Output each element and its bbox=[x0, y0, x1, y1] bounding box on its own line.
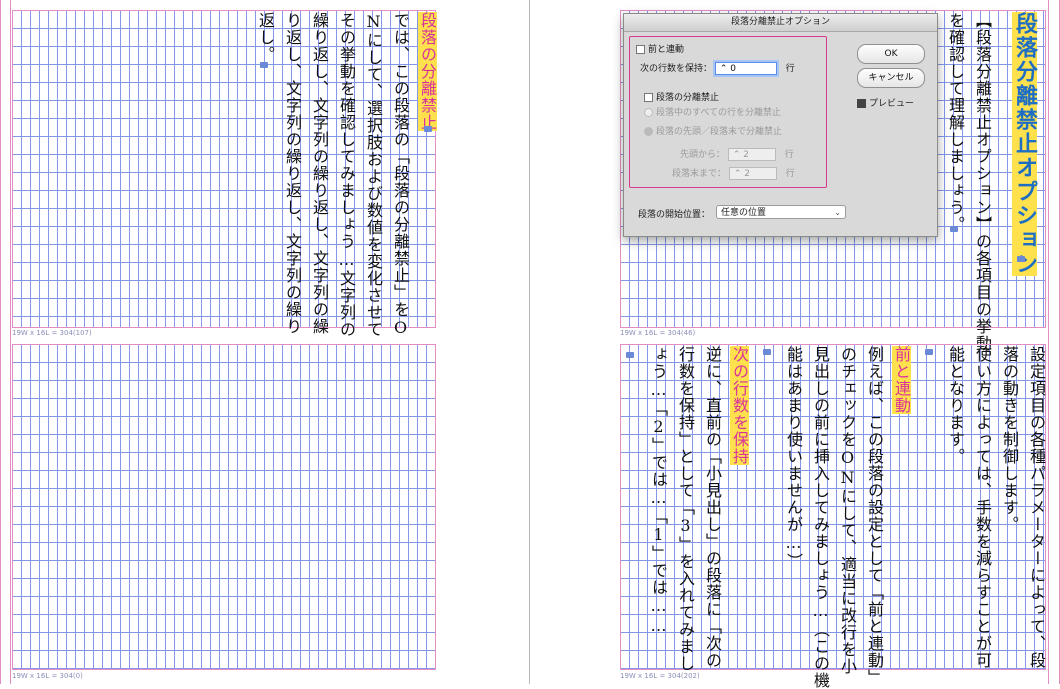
page-heading: 段落分離禁止オプション bbox=[1012, 12, 1037, 276]
checkbox-icon bbox=[644, 93, 653, 102]
text-column: 返し。 bbox=[256, 12, 275, 63]
keep-with-next-row: 次の行数を保持： ⌃ 0 行 bbox=[640, 62, 795, 75]
start-lines-row: 先頭から： ⌃ 2 行 bbox=[680, 148, 794, 161]
text-column: ょう…「2」では…「1」では…… bbox=[649, 346, 668, 636]
text-column: 使い方によっては、手数を減らすことが可 bbox=[973, 346, 992, 669]
frame-grid-info: 19W x 16L = 304(0) bbox=[12, 672, 83, 680]
paragraph-mark-icon bbox=[925, 349, 933, 355]
text-column: 能となります。 bbox=[946, 346, 965, 465]
text-column: Nにして、選択肢および数値を変化させて bbox=[364, 12, 383, 338]
chevron-down-icon: ⌄ bbox=[834, 208, 841, 217]
paragraph-mark-icon bbox=[1017, 256, 1025, 262]
end-lines-input[interactable]: ⌃ 2 bbox=[728, 167, 777, 180]
text-column: 例えば、この段落の設定として「前と連動」 bbox=[865, 346, 884, 686]
text-column: 落の動きを制御します。 bbox=[1000, 346, 1019, 533]
paragraph-mark-icon bbox=[950, 226, 958, 232]
checkbox-icon bbox=[857, 99, 866, 108]
paragraph-mark-icon bbox=[763, 349, 771, 355]
start-lines-input[interactable]: ⌃ 2 bbox=[727, 148, 776, 161]
cancel-button[interactable]: キャンセル bbox=[857, 68, 925, 88]
dialog-title: 段落分離禁止オプション bbox=[624, 14, 937, 32]
start-end-radio[interactable]: 段落の先頭／段落末で分離禁止 bbox=[644, 124, 782, 137]
paragraph-mark-icon bbox=[424, 126, 432, 132]
keep-options-dialog: 段落分離禁止オプション 前と連動 次の行数を保持： ⌃ 0 行 段落の分離禁止 … bbox=[623, 13, 938, 237]
text-column: 見出しの前に挿入してみましょう…（この機 bbox=[811, 346, 830, 689]
text-column: のチェックをONにして、適当に改行を小 bbox=[838, 346, 857, 675]
left-page: 19W x 16L = 304(107) 段落の分離禁止 では、この段落の「段落… bbox=[0, 0, 529, 684]
checkbox-icon bbox=[636, 45, 645, 54]
preview-checkbox[interactable]: プレビュー bbox=[857, 96, 914, 109]
paragraph-mark-icon bbox=[260, 62, 268, 68]
text-column: 次の行数を保持 bbox=[730, 346, 749, 465]
all-lines-radio[interactable]: 段落中のすべての行を分離禁止 bbox=[644, 105, 781, 118]
end-lines-row: 段落末まで： ⌃ 2 行 bbox=[672, 167, 795, 180]
keep-with-next-input[interactable]: ⌃ 0 bbox=[714, 62, 777, 75]
text-column: 設定項目の各種パラメーターによって、段 bbox=[1027, 346, 1046, 669]
keep-lines-together-checkbox[interactable]: 段落の分離禁止 bbox=[644, 90, 719, 103]
text-column: 能はあまり使いませんが…） bbox=[784, 346, 803, 570]
radio-icon bbox=[644, 127, 653, 136]
text-column: 逆に、直前の「小見出し」の段落に「次の bbox=[703, 346, 722, 669]
frame-grid-info: 19W x 16L = 304(107) bbox=[12, 329, 92, 337]
frame-grid-info: 19W x 16L = 304(202) bbox=[620, 672, 700, 680]
text-column: 前と連動 bbox=[892, 346, 911, 414]
keep-with-previous-checkbox[interactable]: 前と連動 bbox=[636, 42, 684, 55]
text-column: 【段落分離禁止オプション】の各項目の挙動 bbox=[973, 12, 992, 352]
frame-grid-info: 19W x 16L = 304(46) bbox=[620, 329, 696, 337]
text-column: 繰り返し、文字列の繰り返し、文字列の繰 bbox=[310, 12, 329, 335]
text-column: では、この段落の「段落の分離禁止」をO bbox=[391, 12, 410, 338]
ok-button[interactable]: OK bbox=[857, 44, 925, 64]
text-column: り返し、文字列の繰り返し、文字列の繰り bbox=[283, 12, 302, 335]
start-position-label: 段落の開始位置： bbox=[638, 210, 711, 220]
paragraph-mark-icon bbox=[626, 352, 634, 358]
text-column: 段落の分離禁止 bbox=[418, 12, 437, 131]
text-column: 行数を保持」として「3」を入れてみまし bbox=[676, 346, 695, 672]
radio-icon bbox=[644, 108, 653, 117]
start-position-select[interactable]: 任意の位置 ⌄ bbox=[716, 205, 846, 219]
text-column: その挙動を確認してみましょう…文字列の bbox=[337, 12, 356, 338]
text-column: を確認して理解しましょう。 bbox=[946, 12, 965, 233]
